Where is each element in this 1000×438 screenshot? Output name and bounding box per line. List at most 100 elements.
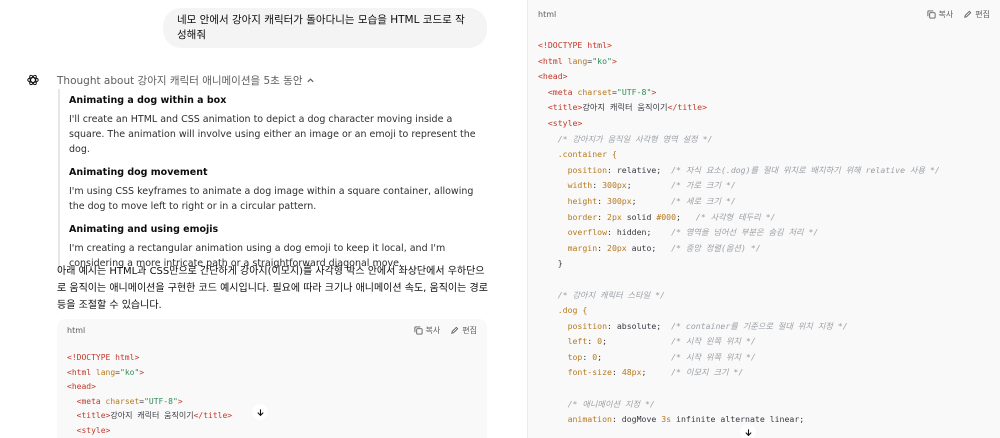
code-token: lang (567, 55, 588, 66)
code-token: lang (95, 367, 116, 377)
code-token: ; (597, 351, 603, 362)
code-token: html (115, 353, 135, 362)
code-token: solid (621, 211, 657, 222)
code-token: <!DOCTYPE (538, 40, 588, 50)
thought-section-title: Animating and using emojis (69, 224, 219, 235)
code-content: <!DOCTYPE html> <html lang="ko"> <head> … (57, 341, 487, 438)
code-token: 20px (607, 242, 627, 253)
code-comment: /* 시작 위쪽 위치 */ (671, 351, 756, 362)
code-token: <meta (547, 86, 578, 97)
code-token: position (567, 164, 608, 175)
thought-section-body: I'll create an HTML and CSS animation to… (69, 114, 476, 155)
code-token: : (582, 351, 593, 362)
code-token: infinite alternate linear; (671, 414, 805, 425)
code-comment: /* 애니메이션 지정 */ (567, 398, 655, 409)
code-comment: /* 영역을 넘어선 부분은 숨김 처리 */ (671, 227, 819, 238)
scroll-down-button[interactable] (252, 404, 268, 420)
code-lang-label: html (67, 325, 86, 335)
code-token: 강아지 캐릭터 움직이기 (582, 102, 668, 113)
thought-section-title: Animating dog movement (69, 167, 208, 178)
code-token: : (597, 242, 608, 253)
code-token: font-size (567, 367, 612, 378)
code-comment: /* 사각형 테두리 */ (695, 211, 776, 222)
code-token: > (177, 396, 183, 406)
chat-panel: 네모 안에서 강아지 캐릭터가 돌아다니는 모습을 HTML 코드로 작성해줘 … (0, 0, 500, 438)
code-token: 300px (607, 195, 632, 206)
code-token: <html (538, 55, 568, 66)
thought-header-label: Thought about 강아지 캐릭터 애니메이션을 5초 동안 (57, 75, 303, 87)
code-token: "ko" (592, 55, 612, 66)
code-selector: .container { (557, 149, 617, 160)
code-token: > (607, 40, 612, 50)
code-token: "UTF-8" (144, 396, 178, 406)
code-token: animation (567, 414, 612, 425)
code-token: ; (602, 336, 608, 347)
code-token: 2px (607, 211, 622, 222)
thought-section-title: Animating a dog within a box (69, 95, 227, 106)
code-selector: .dog { (557, 305, 588, 316)
code-token: auto; (626, 242, 657, 253)
code-token: : (592, 180, 603, 191)
code-token: : dogMove (611, 414, 662, 425)
code-token: <!DOCTYPE (67, 353, 116, 362)
code-comment: /* 가로 크기 */ (671, 180, 736, 191)
code-canvas-panel: html 복사 편집 <!DOCTYPE html> <html lang="k… (527, 0, 1000, 438)
code-token: border (567, 211, 598, 222)
thought-toggle[interactable]: Thought about 강아지 캐릭터 애니메이션을 5초 동안 (57, 73, 315, 88)
code-block-left: html 복사 편집 <!DOCTYPE html> <html lang="k… (57, 319, 487, 438)
copy-label: 복사 (938, 9, 954, 19)
code-token: ; (641, 367, 647, 378)
edit-label: 편집 (975, 9, 990, 19)
code-actions: 복사 편집 (413, 325, 477, 336)
code-token: margin (567, 242, 598, 253)
code-token: <meta (76, 396, 106, 406)
edit-label: 편집 (462, 325, 477, 335)
code-token: > (651, 86, 657, 97)
code-token: : hidden; (607, 227, 652, 238)
code-token: : (587, 336, 598, 347)
code-token: 300px (602, 180, 627, 191)
copy-button[interactable]: 복사 (413, 325, 441, 336)
copy-icon (926, 9, 936, 19)
code-token: : relative; (607, 164, 662, 175)
code-token: : absolute; (607, 320, 662, 331)
copy-icon (413, 325, 423, 335)
edit-icon (451, 326, 459, 334)
code-token: > (611, 55, 617, 66)
copy-button[interactable]: 복사 (926, 9, 954, 20)
code-comment: /* 강아지가 움직일 사각형 영역 설정 */ (557, 133, 713, 144)
code-token: : (611, 367, 622, 378)
code-token: } (557, 258, 563, 269)
code-lang-label: html (538, 9, 557, 19)
code-comment: /* 자식 요소(.dog)를 절대 위치로 배치하기 위해 relative … (671, 164, 940, 175)
code-token: : (597, 211, 608, 222)
code-token: <style> (76, 425, 111, 435)
thought-details: Animating a dog within a box I'll create… (58, 89, 488, 271)
code-comment: /* 이모지 크기 */ (671, 367, 744, 378)
code-token: ; (676, 211, 681, 222)
edit-button[interactable]: 편집 (963, 9, 990, 20)
code-token: </title> (667, 102, 707, 113)
chevron-up-icon (306, 78, 314, 83)
code-token: ; (631, 195, 637, 206)
chat-page: 네모 안에서 강아지 캐릭터가 돌아다니는 모습을 HTML 코드로 작성해줘 … (0, 0, 1000, 438)
arrow-down-icon (256, 408, 264, 416)
assistant-answer-text: 아래 예시는 HTML과 CSS만으로 간단하게 강아지(이모지)를 사각형 박… (57, 266, 488, 311)
code-token: </title> (193, 411, 233, 421)
code-comment: /* 강아지 캐릭터 스타일 */ (557, 289, 665, 300)
user-message-bubble: 네모 안에서 강아지 캐릭터가 돌아다니는 모습을 HTML 코드로 작성해줘 (163, 8, 487, 48)
code-token: #000 (656, 211, 677, 222)
code-token: position (567, 320, 608, 331)
code-block-header: html 복사 편집 (57, 319, 487, 341)
code-token: <html (67, 367, 96, 377)
scroll-down-button[interactable] (740, 424, 756, 438)
code-comment: /* 시작 왼쪽 위치 */ (671, 336, 756, 347)
code-actions: 복사 편집 (926, 9, 990, 20)
code-token: "ko" (120, 367, 140, 377)
code-token: html (587, 40, 608, 50)
code-token: left (567, 336, 588, 347)
edit-button[interactable]: 편집 (450, 325, 477, 336)
code-token: width (567, 180, 593, 191)
copy-label: 복사 (425, 325, 441, 335)
code-token: 강아지 캐릭터 움직이기 (110, 411, 194, 421)
